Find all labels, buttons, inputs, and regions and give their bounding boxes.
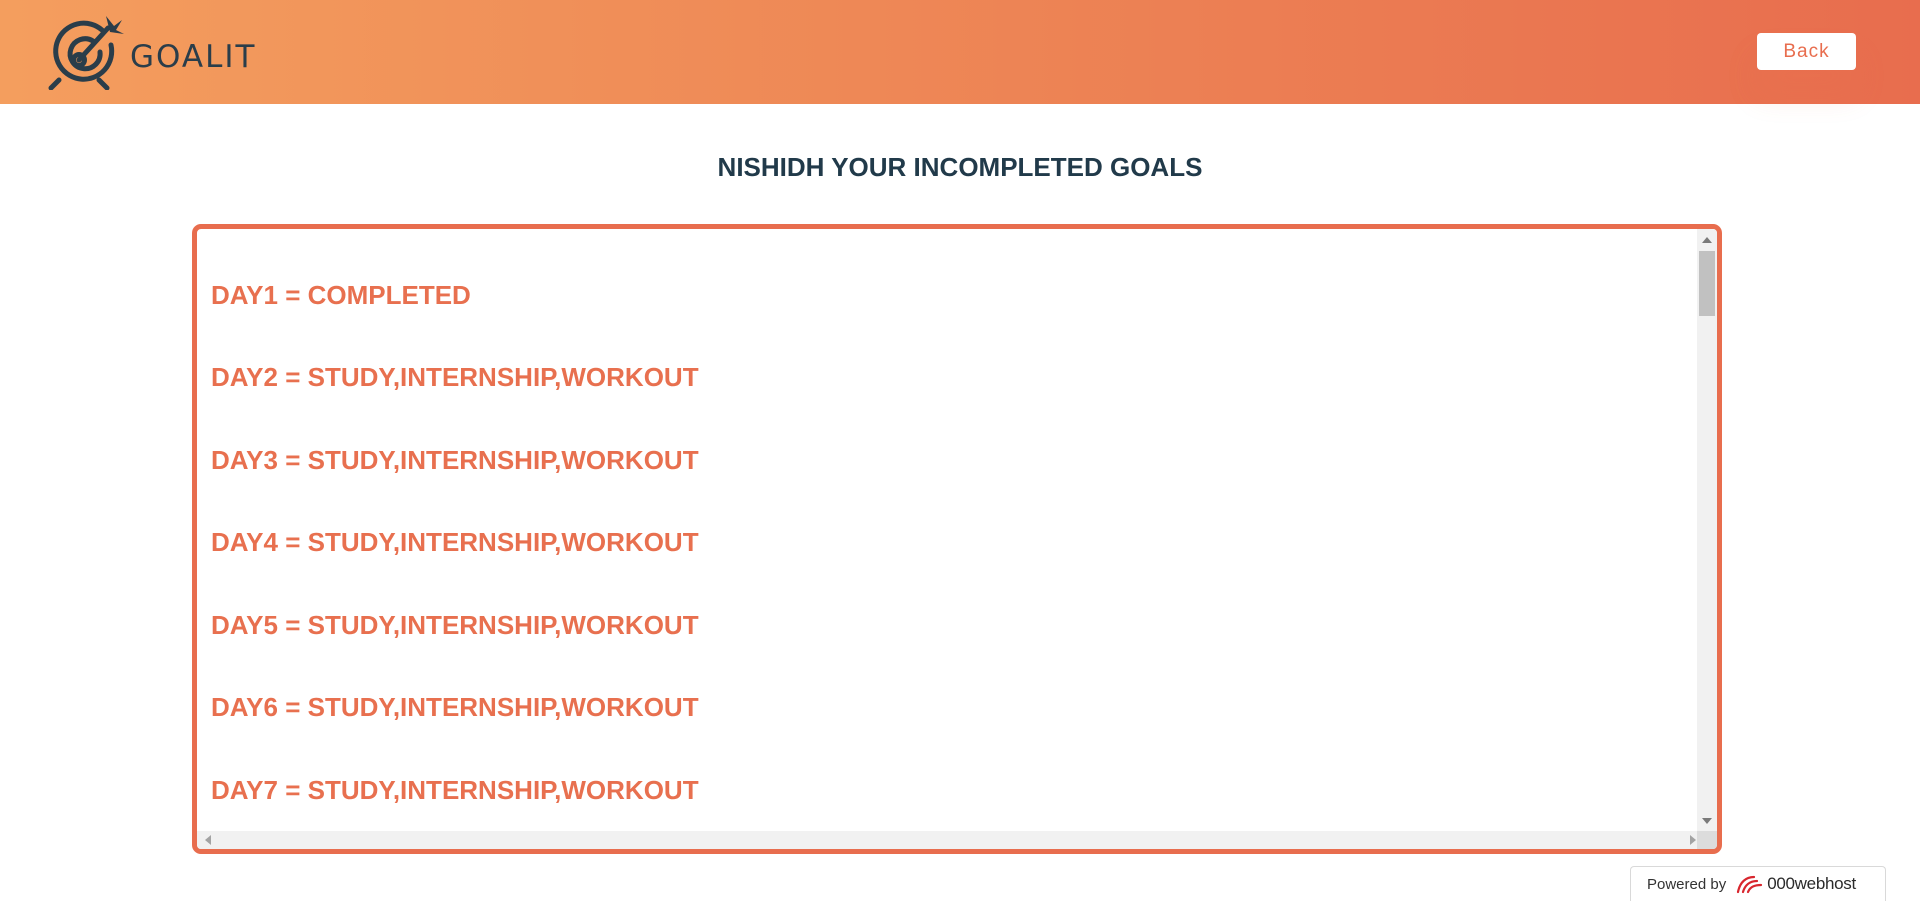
scrollbar-thumb[interactable] [1699,251,1715,316]
page-title: NISHIDH YOUR INCOMPLETED GOALS [717,152,1203,182]
powered-by-badge[interactable]: Powered by 000webhost [1630,866,1886,901]
scroll-down-icon[interactable] [1702,818,1712,824]
scroll-up-icon[interactable] [1702,237,1712,243]
brand-name: GOALIT [130,39,257,75]
goal-item-day4: DAY4 = STUDY,INTERNSHIP,WORKOUT [211,527,699,557]
000webhost-logo-icon [1737,875,1763,894]
scroll-left-icon[interactable] [205,835,211,845]
target-arrow-icon [48,16,124,90]
back-button[interactable]: Back [1757,33,1856,70]
goal-item-day6: DAY6 = STUDY,INTERNSHIP,WORKOUT [211,692,699,722]
horizontal-scrollbar[interactable] [197,831,1704,849]
goals-list: DAY1 = COMPLETED DAY2 = STUDY,INTERNSHIP… [197,229,1704,832]
powered-by-label: Powered by [1647,875,1727,893]
goal-item-day7: DAY7 = STUDY,INTERNSHIP,WORKOUT [211,775,699,805]
logo[interactable]: GOALIT [48,10,256,90]
goal-item-day3: DAY3 = STUDY,INTERNSHIP,WORKOUT [211,445,699,475]
header: GOALIT Back [0,0,1920,104]
powered-by-brand: 000webhost [1767,874,1856,893]
goal-item-day5: DAY5 = STUDY,INTERNSHIP,WORKOUT [211,610,699,640]
goal-item-day1: DAY1 = COMPLETED [211,280,471,310]
scrollbar-corner [1697,831,1717,849]
vertical-scrollbar[interactable] [1697,229,1717,832]
goals-panel[interactable]: DAY1 = COMPLETED DAY2 = STUDY,INTERNSHIP… [192,224,1722,854]
goal-item-day2: DAY2 = STUDY,INTERNSHIP,WORKOUT [211,362,699,392]
scroll-right-icon[interactable] [1690,835,1696,845]
